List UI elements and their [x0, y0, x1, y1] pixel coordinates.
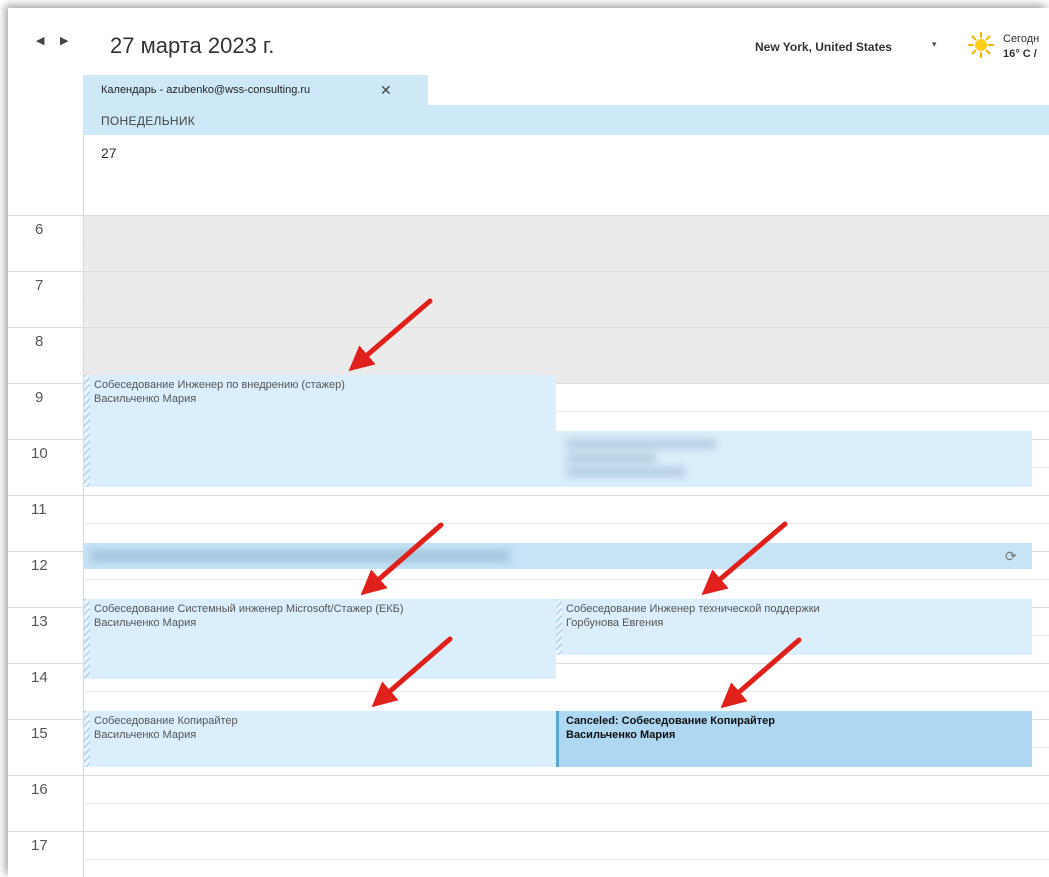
annotation-arrows [348, 298, 802, 709]
red-arrow-icon [360, 522, 444, 596]
red-arrow-icon [348, 298, 433, 372]
red-arrow-icon [371, 636, 453, 708]
calendar-window: ◀ ▶ 27 марта 2023 г. New York, United St… [8, 8, 1049, 877]
red-arrow-icon [701, 521, 788, 596]
red-arrow-icon [720, 637, 802, 709]
